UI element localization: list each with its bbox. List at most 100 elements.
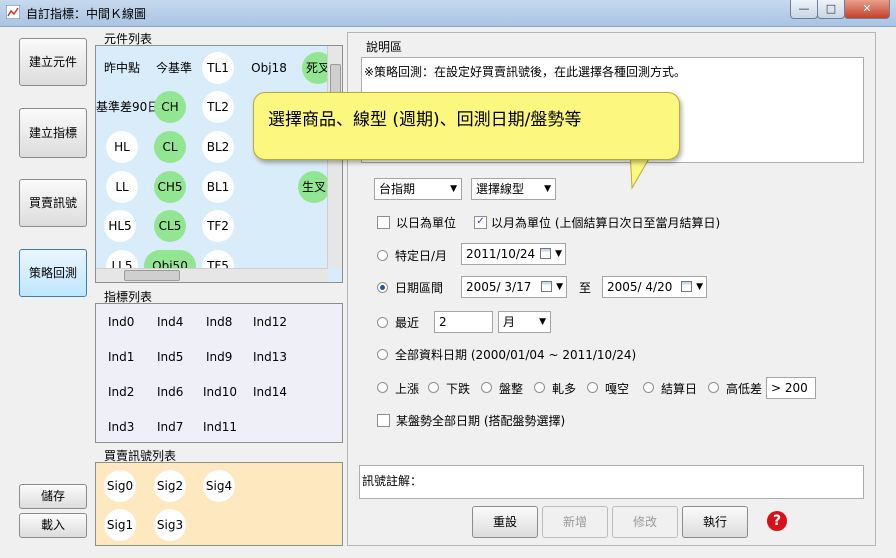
indicator-item[interactable]: Ind3	[108, 420, 134, 434]
trend-flat-label: 盤整	[499, 382, 524, 396]
indicator-item[interactable]: Ind5	[157, 350, 183, 364]
trend-rise-radio[interactable]	[377, 382, 388, 393]
help-icon[interactable]: ?	[767, 511, 787, 531]
range-start-date-picker[interactable]: 2005/ 3/17 ▼	[461, 276, 567, 298]
indicator-item[interactable]: Ind4	[157, 315, 183, 329]
indicator-item[interactable]: Ind13	[253, 350, 287, 364]
trend-high-low-label: 高低差	[726, 382, 763, 396]
day-unit-label: 以日為單位	[396, 216, 457, 230]
minimize-button[interactable]: —	[790, 0, 818, 19]
range-start-value: 2005/ 3/17	[466, 280, 532, 294]
main-window: 自訂指標：中間Ｋ線圖 — □ ✕ 建立元件 建立指標 買賣訊號 策略回測 儲存 …	[0, 0, 896, 558]
signal-item[interactable]: Sig3	[154, 509, 186, 541]
component-item[interactable]: CH	[154, 91, 186, 123]
recent-radio[interactable]	[377, 317, 388, 328]
line-type-select-value: 選擇線型	[476, 182, 525, 196]
build-component-button[interactable]: 建立元件	[19, 38, 87, 86]
component-item[interactable]: TL1	[202, 52, 234, 84]
window-title: 自訂指標：中間Ｋ線圖	[26, 7, 147, 21]
signal-item[interactable]: Sig2	[154, 470, 186, 502]
component-item[interactable]: 昨中點	[100, 52, 144, 84]
month-unit-checkbox[interactable]: ✓	[474, 216, 487, 229]
save-button[interactable]: 儲存	[19, 484, 87, 509]
trend-high-low-radio[interactable]	[708, 382, 719, 393]
component-item[interactable]: 生叉	[298, 171, 330, 203]
maximize-button[interactable]: □	[817, 0, 845, 19]
component-item[interactable]: LL	[106, 171, 138, 203]
component-item[interactable]: CH5	[154, 171, 186, 203]
component-item[interactable]: HL	[106, 131, 138, 163]
component-item[interactable]: TF2	[202, 210, 234, 242]
signal-note-label: 訊號註解：	[362, 474, 423, 488]
load-button[interactable]: 載入	[19, 513, 87, 538]
indicator-item[interactable]: Ind8	[206, 315, 232, 329]
specific-date-radio[interactable]	[377, 250, 388, 261]
calendar-icon	[681, 281, 692, 292]
indicator-item[interactable]: Ind7	[157, 420, 183, 434]
component-list: 昨中點 今基準 TL1 Obj18 死叉 基準差90日 CH TL2 HL CL…	[95, 45, 343, 283]
signal-note-box[interactable]: 訊號註解：	[359, 465, 864, 499]
trend-fall-radio[interactable]	[428, 382, 439, 393]
trend-all-dates-label: 某盤勢全部日期 (搭配盤勢選擇)	[396, 414, 566, 428]
close-button[interactable]: ✕	[844, 0, 890, 19]
build-indicator-button[interactable]: 建立指標	[19, 108, 87, 158]
component-item[interactable]: BL2	[202, 131, 234, 163]
signal-item[interactable]: Sig0	[104, 470, 136, 502]
scroll-thumb[interactable]	[124, 270, 180, 281]
component-horizontal-scrollbar[interactable]	[96, 268, 328, 282]
signal-item[interactable]: Sig1	[104, 509, 136, 541]
trend-squeeze-long-radio[interactable]	[534, 382, 545, 393]
trend-flat-radio[interactable]	[481, 382, 492, 393]
all-dates-radio[interactable]	[377, 349, 388, 360]
indicator-item[interactable]: Ind0	[108, 315, 134, 329]
chevron-down-icon: ▼	[555, 249, 562, 259]
recent-label: 最近	[395, 316, 420, 330]
indicator-item[interactable]: Ind1	[108, 350, 134, 364]
recent-unit-value: 月	[503, 315, 516, 329]
product-select[interactable]: 台指期 ▼	[374, 178, 462, 200]
reset-button[interactable]: 重設	[472, 506, 538, 538]
high-low-threshold-input[interactable]: > 200	[766, 377, 816, 399]
component-item[interactable]: 今基準	[152, 52, 196, 84]
signal-item[interactable]: Sig4	[203, 470, 235, 502]
component-item[interactable]: Obj18	[248, 52, 290, 84]
indicator-item[interactable]: Ind9	[206, 350, 232, 364]
date-range-radio[interactable]	[377, 282, 388, 293]
strategy-backtest-button[interactable]: 策略回測	[19, 249, 87, 297]
indicator-item[interactable]: Ind12	[253, 315, 287, 329]
trend-settlement-radio[interactable]	[643, 382, 654, 393]
chevron-down-icon: ▼	[544, 184, 551, 194]
run-button[interactable]: 執行	[682, 506, 748, 538]
recent-count-input[interactable]: 2	[434, 311, 493, 333]
indicator-item[interactable]: Ind11	[203, 420, 237, 434]
component-item[interactable]: CL	[154, 131, 186, 163]
trend-squeeze-short-label: 嘎空	[605, 382, 630, 396]
recent-unit-select[interactable]: 月 ▼	[498, 311, 551, 333]
trend-squeeze-long-label: 軋多	[552, 382, 577, 396]
day-unit-checkbox[interactable]	[377, 216, 390, 229]
specific-date-picker[interactable]: 2011/10/24 ▼	[461, 243, 566, 265]
trend-squeeze-short-radio[interactable]	[587, 382, 598, 393]
chevron-down-icon: ▼	[450, 184, 457, 194]
component-item[interactable]: 基準差90日	[96, 91, 159, 123]
trend-all-dates-checkbox[interactable]	[377, 414, 390, 427]
guide-tooltip: 選擇商品、線型 (週期)、回測日期/盤勢等	[253, 92, 680, 160]
chevron-down-icon: ▼	[539, 317, 546, 327]
signal-list: Sig0 Sig2 Sig4 Sig1 Sig3	[95, 462, 343, 546]
add-button[interactable]: 新增	[542, 506, 608, 538]
indicator-item[interactable]: Ind14	[253, 385, 287, 399]
edit-button[interactable]: 修改	[612, 506, 678, 538]
component-item[interactable]: TL2	[202, 91, 234, 123]
indicator-item[interactable]: Ind2	[108, 385, 134, 399]
component-item[interactable]: BL1	[202, 171, 234, 203]
buy-sell-signal-button[interactable]: 買賣訊號	[19, 179, 87, 227]
indicator-item[interactable]: Ind10	[203, 385, 237, 399]
title-bar: 自訂指標：中間Ｋ線圖 — □ ✕	[0, 0, 896, 27]
indicator-list: Ind0 Ind4 Ind8 Ind12 Ind1 Ind5 Ind9 Ind1…	[95, 303, 343, 443]
component-item[interactable]: HL5	[104, 210, 136, 242]
explain-text: ※策略回測：在設定好買賣訊號後，在此選擇各種回測方式。	[364, 65, 687, 79]
line-type-select[interactable]: 選擇線型 ▼	[471, 178, 556, 200]
range-end-date-picker[interactable]: 2005/ 4/20 ▼	[602, 276, 707, 298]
indicator-item[interactable]: Ind6	[157, 385, 183, 399]
component-item[interactable]: CL5	[154, 210, 186, 242]
